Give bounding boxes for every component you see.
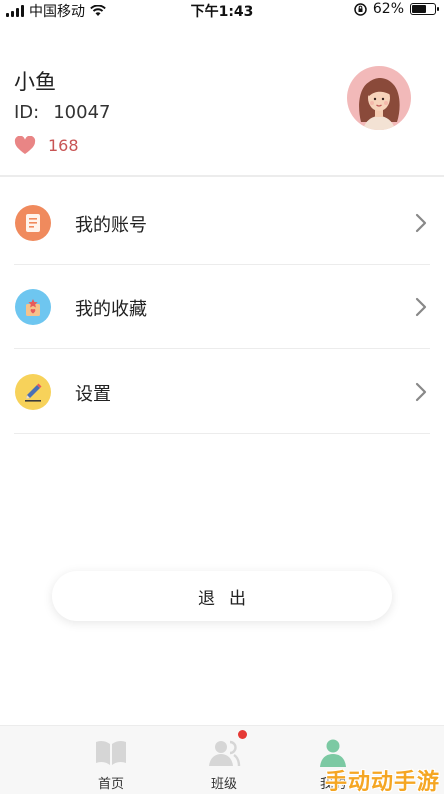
orientation-lock-icon: [354, 2, 367, 16]
avatar-girl-icon: [359, 78, 400, 130]
likes-count: 168: [48, 136, 79, 155]
settings-pencil-icon: [15, 374, 51, 410]
status-right: 62%: [354, 1, 439, 17]
user-name: 小鱼: [14, 70, 56, 94]
menu-item-favorites[interactable]: 我的收藏: [0, 265, 444, 349]
user-id-value: 10047: [53, 102, 111, 123]
favorites-gift-icon: [15, 289, 51, 325]
account-doc-icon: [15, 205, 51, 241]
menu-separator: [14, 348, 430, 349]
chevron-right-icon: [415, 382, 427, 402]
menu-item-account[interactable]: 我的账号: [0, 181, 444, 265]
book-icon: [96, 740, 126, 765]
menu-label-account: 我的账号: [75, 215, 147, 236]
avatar[interactable]: [347, 66, 411, 130]
battery-fill: [412, 5, 426, 13]
watermark-logo: 手动动手游: [324, 770, 440, 794]
user-id: ID: 10047: [14, 102, 111, 123]
menu-label-settings: 设置: [75, 384, 111, 405]
chevron-right-icon: [415, 213, 427, 233]
class-people-icon: [209, 740, 241, 767]
menu-label-favorites: 我的收藏: [75, 299, 147, 320]
menu-item-settings[interactable]: 设置: [0, 350, 444, 434]
notification-badge: [238, 730, 247, 739]
user-id-label: ID:: [14, 102, 40, 123]
header-divider: [0, 175, 444, 177]
profile-header: 小鱼 ID: 10047 168: [0, 20, 444, 176]
heart-icon: [14, 136, 36, 154]
chevron-right-icon: [415, 297, 427, 317]
tab-label-home: 首页: [97, 777, 124, 792]
tab-home[interactable]: 首页: [71, 726, 151, 794]
status-bar: 中国移动 下午1:43 62%: [0, 0, 444, 20]
likes-count-row: 168: [14, 136, 79, 155]
tab-class[interactable]: 班级: [184, 726, 264, 794]
logout-button[interactable]: 退出: [52, 571, 392, 621]
battery-percent: 62%: [372, 1, 404, 17]
battery-icon: [410, 3, 439, 15]
menu-separator: [14, 433, 430, 434]
tab-label-class: 班级: [210, 777, 237, 792]
